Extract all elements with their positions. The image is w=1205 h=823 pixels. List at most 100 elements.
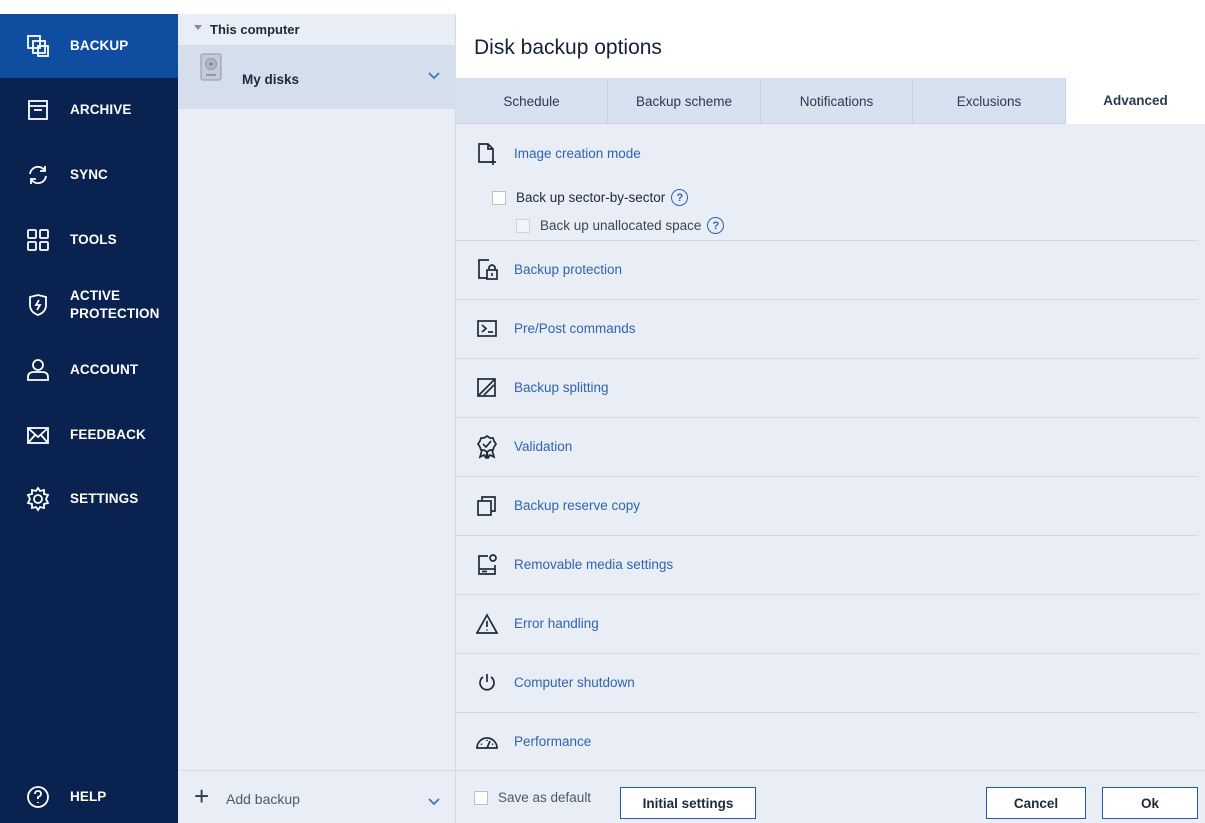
tools-icon [24, 226, 52, 254]
tab-schedule[interactable]: Schedule [456, 78, 608, 124]
options-panel: Disk backup options Schedule Backup sche… [456, 14, 1205, 823]
section-header[interactable]: Performance [456, 713, 1198, 771]
option-unallocated-space[interactable]: Back up unallocated space ? [516, 217, 725, 234]
nav-label-line2: PROTECTION [70, 306, 160, 321]
nav-item-sync[interactable]: SYNC [0, 143, 178, 207]
warning-icon [475, 612, 499, 636]
ok-button[interactable]: Ok [1102, 787, 1198, 819]
tab-bar: Schedule Backup scheme Notifications Exc… [456, 78, 1205, 124]
title-bar: Disk backup options [456, 14, 1205, 78]
nav-item-archive[interactable]: ARCHIVE [0, 78, 178, 142]
section-backup-reserve-copy[interactable]: Backup reserve copy [456, 477, 1198, 536]
help-icon [24, 783, 52, 811]
main-nav: BACKUP ARCHIVE SYNC TOOLS ACTIVE PROTECT… [0, 14, 178, 823]
nav-label: FEEDBACK [70, 427, 146, 442]
section-header[interactable]: Backup protection [456, 241, 1198, 299]
section-pre-post-commands[interactable]: Pre/Post commands [456, 300, 1198, 359]
option-label: Back up unallocated space [540, 218, 702, 233]
save-as-default-checkbox[interactable] [474, 790, 488, 805]
section-label: Backup protection [514, 262, 623, 277]
section-validation[interactable]: Validation [456, 418, 1198, 477]
section-label: Backup reserve copy [514, 498, 641, 513]
removable-media-icon [476, 553, 498, 577]
backup-item-label: My disks [242, 72, 300, 87]
chevron-down-icon[interactable] [428, 793, 440, 811]
backup-item-my-disks[interactable]: My disks [178, 45, 456, 109]
section-header[interactable]: Backup splitting [456, 359, 1198, 417]
nav-item-help[interactable]: HELP [0, 770, 178, 823]
section-backup-splitting[interactable]: Backup splitting [456, 359, 1198, 418]
section-image-creation-mode: Image creation mode Back up sector-by-se… [456, 125, 1198, 241]
tab-notifications[interactable]: Notifications [761, 78, 913, 124]
tab-backup-scheme[interactable]: Backup scheme [608, 78, 761, 124]
section-header[interactable]: Computer shutdown [456, 654, 1198, 712]
gauge-icon [476, 730, 498, 754]
terminal-icon [476, 317, 498, 341]
nav-label: TOOLS [70, 232, 117, 247]
nav-label: ACTIVE PROTECTION [70, 287, 160, 323]
section-label: Image creation mode [514, 146, 641, 161]
backup-icon [24, 32, 52, 60]
nav-item-tools[interactable]: TOOLS [0, 208, 178, 272]
split-icon [476, 376, 498, 400]
plus-icon: + [194, 781, 210, 811]
nav-item-backup[interactable]: BACKUP [0, 14, 178, 78]
badge-icon [476, 434, 498, 461]
nav-label: ARCHIVE [70, 102, 132, 117]
add-backup-button[interactable]: + Add backup [178, 770, 456, 823]
section-header[interactable]: Image creation mode [456, 125, 1198, 183]
nav-item-active-protection[interactable]: ACTIVE PROTECTION [0, 273, 178, 337]
lock-icon [476, 258, 498, 282]
sector-by-sector-checkbox[interactable] [492, 190, 506, 205]
section-label: Backup splitting [514, 380, 609, 395]
help-icon[interactable]: ? [671, 189, 689, 206]
nav-item-feedback[interactable]: FEEDBACK [0, 403, 178, 467]
chevron-down-icon[interactable] [428, 67, 440, 85]
save-as-default-label: Save as default [498, 790, 592, 805]
section-label: Performance [514, 734, 592, 749]
section-label: Computer shutdown [514, 675, 635, 690]
section-label: Pre/Post commands [514, 321, 636, 336]
tab-exclusions[interactable]: Exclusions [913, 78, 1066, 124]
help-icon[interactable]: ? [707, 217, 725, 234]
option-sector-by-sector[interactable]: Back up sector-by-sector ? [492, 189, 689, 206]
collapse-triangle-icon[interactable] [194, 25, 202, 30]
initial-settings-button[interactable]: Initial settings [620, 787, 756, 819]
tab-advanced[interactable]: Advanced [1066, 78, 1205, 124]
section-backup-protection[interactable]: Backup protection [456, 241, 1198, 300]
nav-item-account[interactable]: ACCOUNT [0, 338, 178, 402]
section-label: Error handling [514, 616, 599, 631]
archive-icon [24, 96, 52, 124]
nav-label: BACKUP [70, 38, 129, 53]
section-removable-media-settings[interactable]: Removable media settings [456, 536, 1198, 595]
options-sections: Image creation mode Back up sector-by-se… [456, 125, 1205, 771]
section-header[interactable]: Validation [456, 418, 1198, 476]
envelope-icon [24, 421, 52, 449]
cancel-button[interactable]: Cancel [986, 787, 1086, 819]
group-label: This computer [210, 22, 300, 37]
nav-item-settings[interactable]: SETTINGS [0, 467, 178, 531]
gear-icon [24, 485, 52, 513]
section-header[interactable]: Backup reserve copy [456, 477, 1198, 535]
option-label: Back up sector-by-sector [516, 190, 666, 205]
section-header[interactable]: Error handling [456, 595, 1198, 653]
section-header[interactable]: Pre/Post commands [456, 300, 1198, 358]
sync-icon [24, 161, 52, 189]
copy-icon [476, 494, 498, 518]
nav-label: HELP [70, 788, 107, 804]
section-label: Validation [514, 439, 573, 454]
page-title: Disk backup options [474, 36, 662, 59]
nav-label-line1: ACTIVE [70, 288, 121, 303]
save-as-default-option[interactable]: Save as default [474, 790, 591, 805]
unallocated-space-checkbox[interactable] [516, 218, 530, 233]
group-header[interactable]: This computer [178, 14, 456, 44]
section-error-handling[interactable]: Error handling [456, 595, 1198, 654]
nav-label: ACCOUNT [70, 362, 139, 377]
image-creation-icon [476, 142, 498, 166]
section-label: Removable media settings [514, 557, 674, 572]
shield-icon [24, 291, 52, 319]
section-computer-shutdown[interactable]: Computer shutdown [456, 654, 1198, 713]
section-performance[interactable]: Performance [456, 713, 1198, 771]
add-backup-label: Add backup [226, 791, 300, 807]
section-header[interactable]: Removable media settings [456, 536, 1198, 594]
